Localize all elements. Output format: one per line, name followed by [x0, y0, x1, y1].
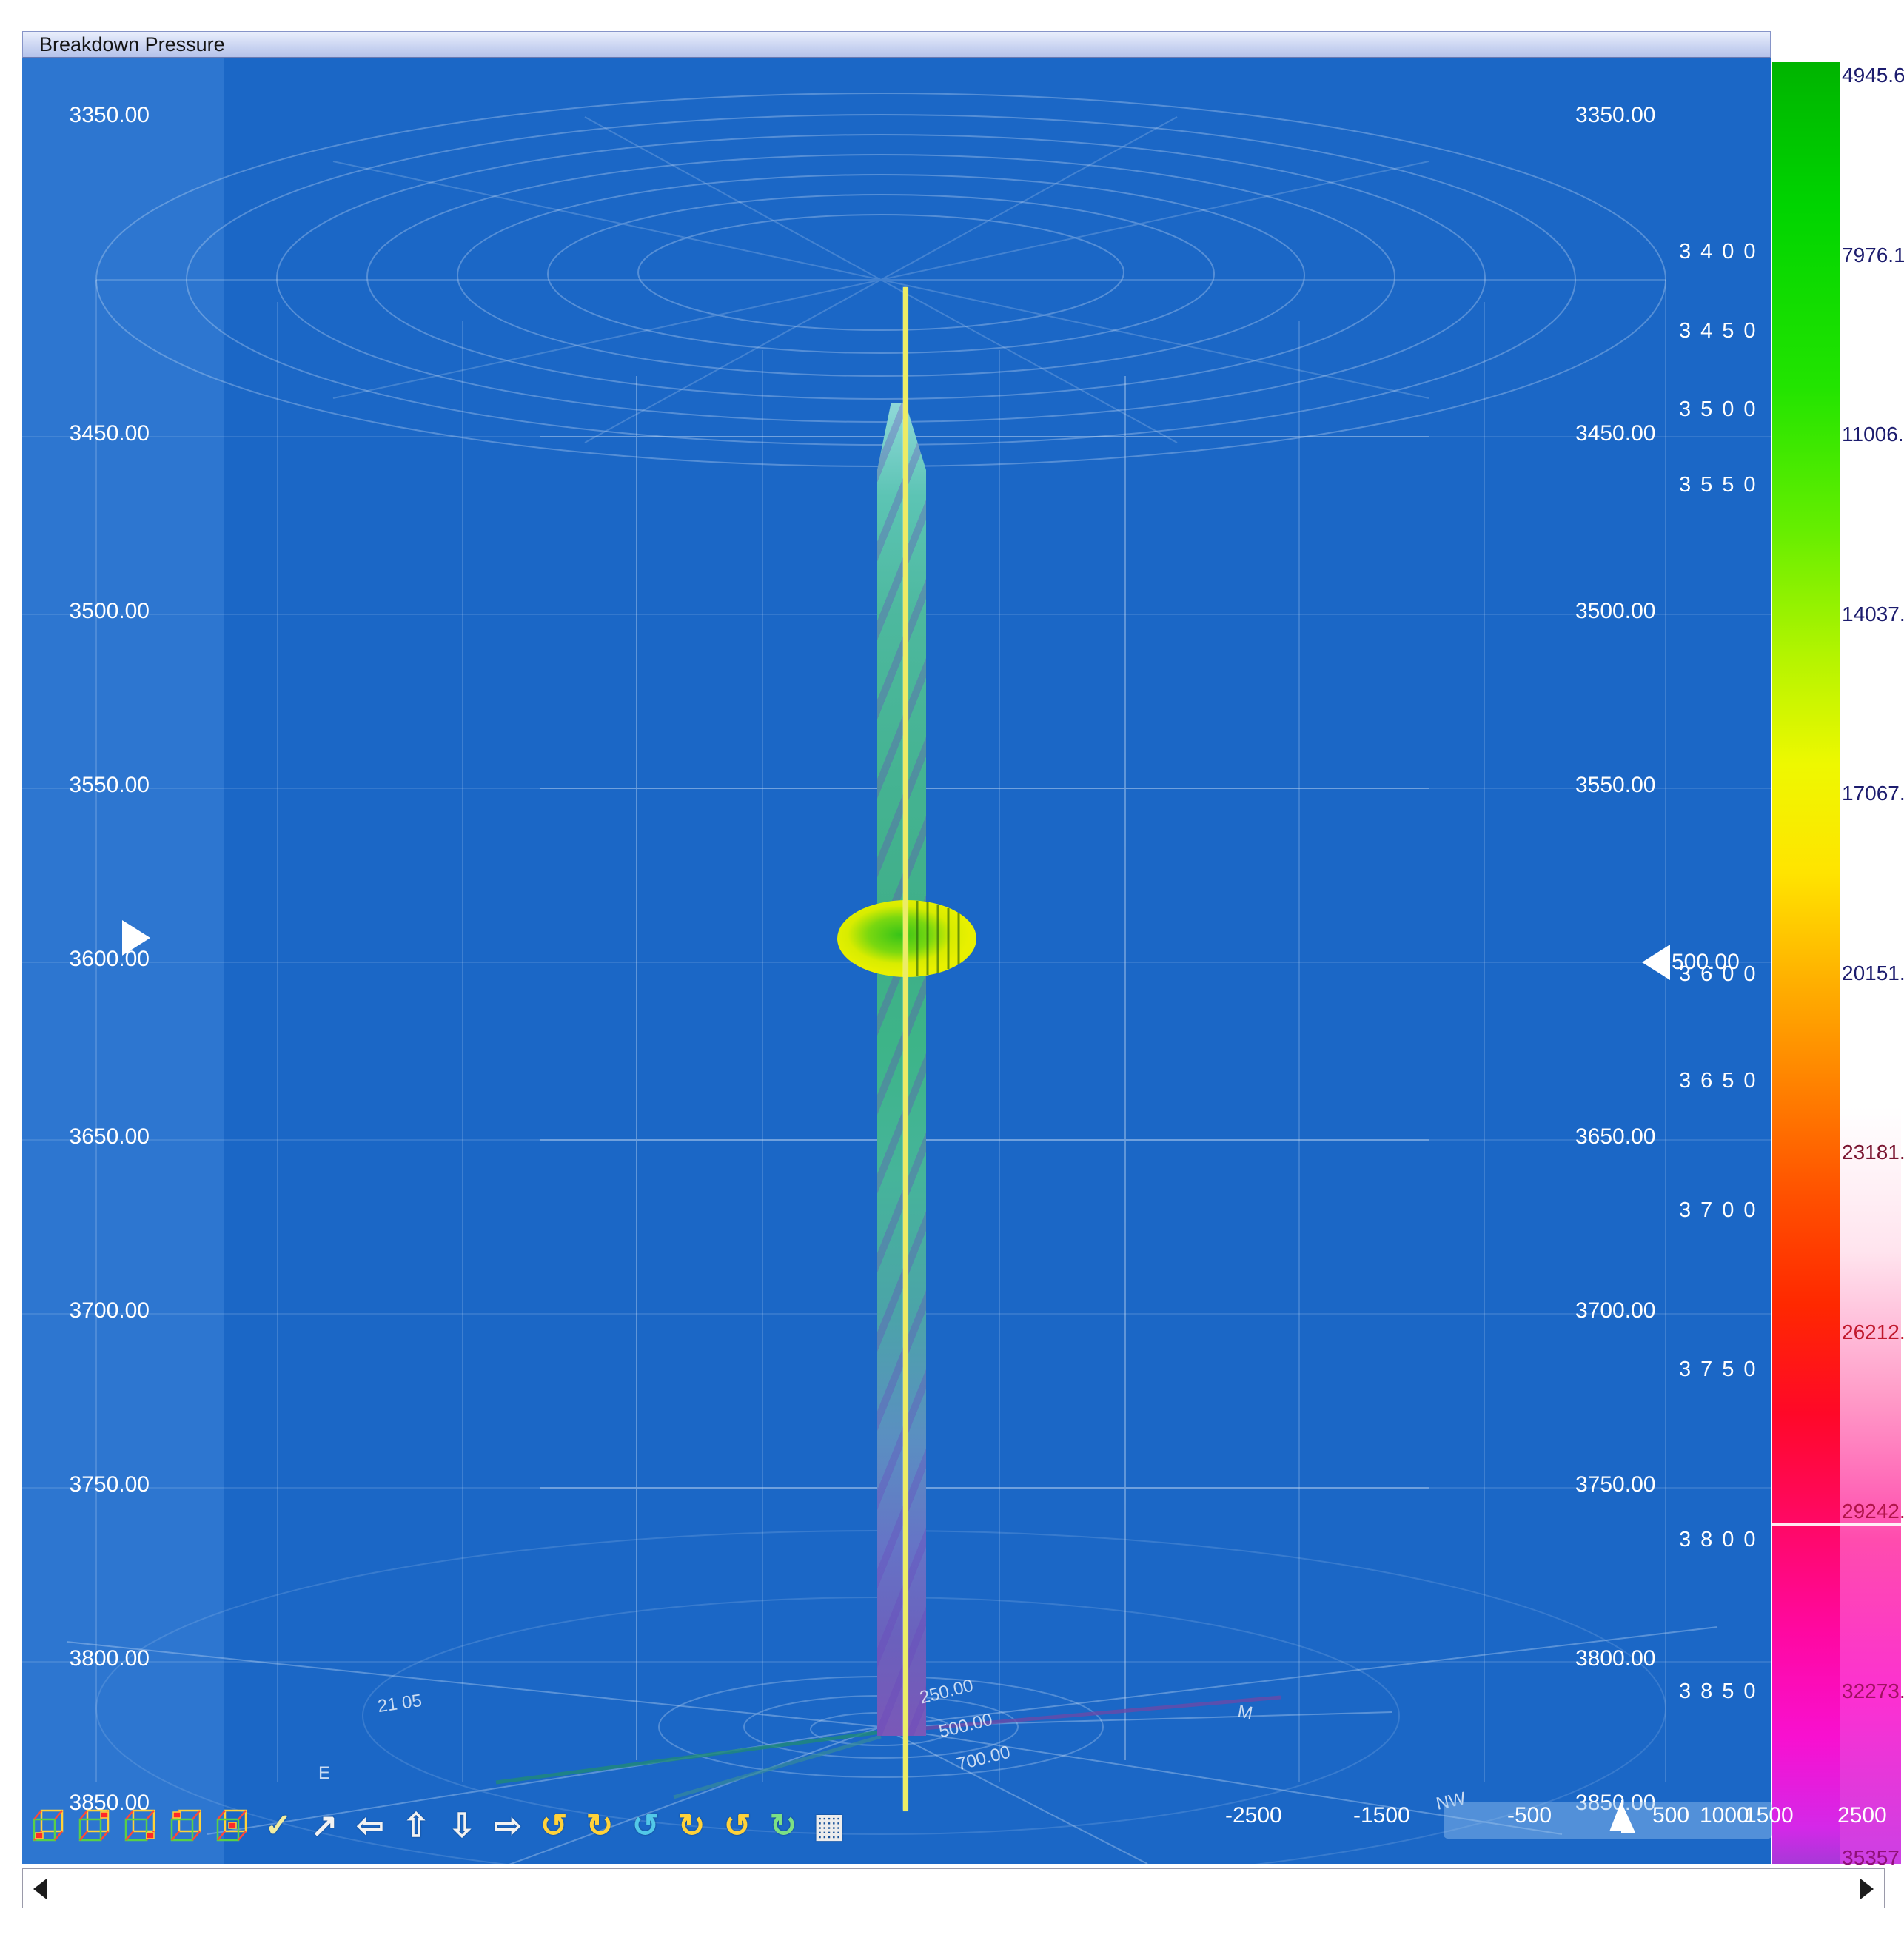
fracture-plane — [877, 403, 926, 1736]
right-inner-axis-label: 3850 — [1679, 1680, 1766, 1703]
right-axis-label: 3650.00 — [1575, 1124, 1656, 1149]
left-axis-label: 3800.00 — [69, 1646, 150, 1671]
right-inner-axis-label: 3750 — [1679, 1358, 1766, 1381]
depth-marker-left-icon[interactable] — [122, 920, 150, 956]
color-scale-value: 35357 — [1842, 1846, 1900, 1869]
left-axis-label: 3350.00 — [69, 103, 150, 127]
scene-annotation: E — [318, 1763, 331, 1783]
color-scale-value: 29242.8 — [1842, 1500, 1904, 1523]
pan-left-icon[interactable]: ⇦ — [349, 1805, 391, 1847]
select-check-icon[interactable]: ✓ — [258, 1805, 299, 1847]
chevron-left-icon[interactable] — [33, 1879, 47, 1899]
rotate-cw-icon-2-glyph: ↻ — [677, 1808, 705, 1844]
right-inner-axis-label: 3800 — [1679, 1528, 1766, 1551]
window-title: Breakdown Pressure — [39, 33, 225, 56]
rotate-ccw-icon-2[interactable]: ↺ — [625, 1805, 666, 1847]
rotate-cw-icon-3-glyph: ↻ — [769, 1808, 797, 1844]
right-axis-label: 3550.00 — [1575, 773, 1656, 797]
right-axis-label: 3500.00 — [1575, 599, 1656, 623]
color-scale-value: 23181.8 — [1842, 1141, 1904, 1164]
x-axis-number: -500 — [1507, 1803, 1552, 1828]
right-inner-axis-label: 3650 — [1679, 1069, 1766, 1093]
x-axis-number: 1000 — [1700, 1803, 1749, 1828]
rotate-cw-icon-2[interactable]: ↻ — [671, 1805, 712, 1847]
rotate-ccw-icon-3-glyph: ↺ — [723, 1808, 751, 1844]
color-scale-labels: 4945.66 7976.16 11006.7 14037.2 17067.7 20151… — [1840, 62, 1904, 1869]
right-axis-label: 3700.00 — [1575, 1298, 1656, 1323]
rotate-cw-icon-1[interactable]: ↻ — [579, 1805, 620, 1847]
x-axis-number: 2500 — [1837, 1803, 1887, 1828]
horizontal-scrollbar[interactable] — [22, 1868, 1885, 1908]
right-inner-axis-label: 3400 — [1679, 240, 1766, 264]
rotate-cw-icon-1-glyph: ↻ — [586, 1808, 614, 1844]
pan-right-icon-glyph: ⇨ — [494, 1808, 522, 1844]
grid-icon[interactable]: ▦ — [808, 1805, 850, 1847]
right-axis-label: 3350.00 — [1575, 103, 1656, 127]
color-scale-bar — [1772, 62, 1840, 1864]
left-axis-label: 3650.00 — [69, 1124, 150, 1149]
color-scale-divider — [1772, 1523, 1901, 1526]
color-scale-value: 32273.3 — [1842, 1680, 1904, 1702]
x-axis-number: -1500 — [1353, 1803, 1410, 1828]
wellbore-line — [903, 287, 908, 1811]
marker-right-value: 500.00 — [1672, 950, 1740, 974]
pan-down-icon[interactable]: ⇩ — [441, 1805, 483, 1847]
rotate-ccw-icon-1-glyph: ↺ — [540, 1808, 568, 1844]
pan-down-icon-glyph: ⇩ — [448, 1808, 476, 1844]
right-axis-label: 3750.00 — [1575, 1472, 1656, 1497]
color-scale-value: 20151.3 — [1842, 962, 1904, 984]
view-cube-icon-5[interactable] — [212, 1805, 253, 1847]
right-axis-label: 3800.00 — [1575, 1646, 1656, 1671]
sail-marker-icon[interactable] — [1606, 1797, 1639, 1836]
rotate-ccw-icon-1[interactable]: ↺ — [533, 1805, 574, 1847]
color-scale-value: 11006.7 — [1842, 423, 1904, 446]
right-inner-axis-label: 3550 — [1679, 473, 1766, 497]
right-inner-axis-label: 3500 — [1679, 397, 1766, 421]
pan-up-icon[interactable]: ⇧ — [395, 1805, 437, 1847]
rotate-ccw-icon-2-glyph: ↺ — [631, 1808, 660, 1844]
3d-viewport[interactable]: 3350.00 3450.00 3500.00 3550.00 3600.00 3650.… — [22, 58, 1771, 1864]
rotate-ccw-icon-3[interactable]: ↺ — [717, 1805, 758, 1847]
x-axis-number: 500 — [1652, 1803, 1690, 1828]
color-scale-value: 26212.3 — [1842, 1321, 1904, 1343]
pan-right-icon[interactable]: ⇨ — [487, 1805, 529, 1847]
rotate-cw-icon-3[interactable]: ↻ — [762, 1805, 804, 1847]
toolbar: ✓ ↗ ⇦ ⇧ ⇩ ⇨ ↺ ↻ ↺ ↻ ↺ ↻ ▦ — [28, 1794, 850, 1858]
select-check-icon-glyph: ✓ — [264, 1808, 292, 1844]
right-axis-label: 3450.00 — [1575, 421, 1656, 446]
view-cube-icon-3[interactable] — [120, 1805, 161, 1847]
view-cube-icon-1[interactable] — [28, 1805, 70, 1847]
arrow-ne-icon[interactable]: ↗ — [304, 1805, 345, 1847]
color-scale-value: 14037.2 — [1842, 603, 1904, 625]
left-axis-label: 3550.00 — [69, 773, 150, 797]
right-inner-axis-label: 3450 — [1679, 319, 1766, 343]
x-axis-number: -2500 — [1225, 1803, 1282, 1828]
left-axis-label: 3700.00 — [69, 1298, 150, 1323]
left-axis-label: 3450.00 — [69, 421, 150, 446]
color-scale-value: 17067.7 — [1842, 782, 1904, 805]
grid-icon-glyph: ▦ — [814, 1808, 845, 1844]
color-scale-value: 7976.16 — [1842, 244, 1904, 266]
chevron-right-icon[interactable] — [1860, 1879, 1874, 1899]
pan-up-icon-glyph: ⇧ — [402, 1808, 430, 1844]
color-scale-value: 4945.66 — [1842, 64, 1904, 87]
arrow-ne-icon-glyph: ↗ — [310, 1808, 338, 1844]
right-inner-axis-label: 3700 — [1679, 1198, 1766, 1222]
view-cube-icon-2[interactable] — [74, 1805, 115, 1847]
pan-left-icon-glyph: ⇦ — [356, 1808, 384, 1844]
left-axis-label: 3500.00 — [69, 599, 150, 623]
view-cube-icon-4[interactable] — [166, 1805, 207, 1847]
depth-marker-right-icon[interactable] — [1642, 945, 1670, 980]
x-axis-number: 1500 — [1744, 1803, 1794, 1828]
left-axis-label: 3750.00 — [69, 1472, 150, 1497]
title-bar: Breakdown Pressure — [22, 31, 1771, 58]
